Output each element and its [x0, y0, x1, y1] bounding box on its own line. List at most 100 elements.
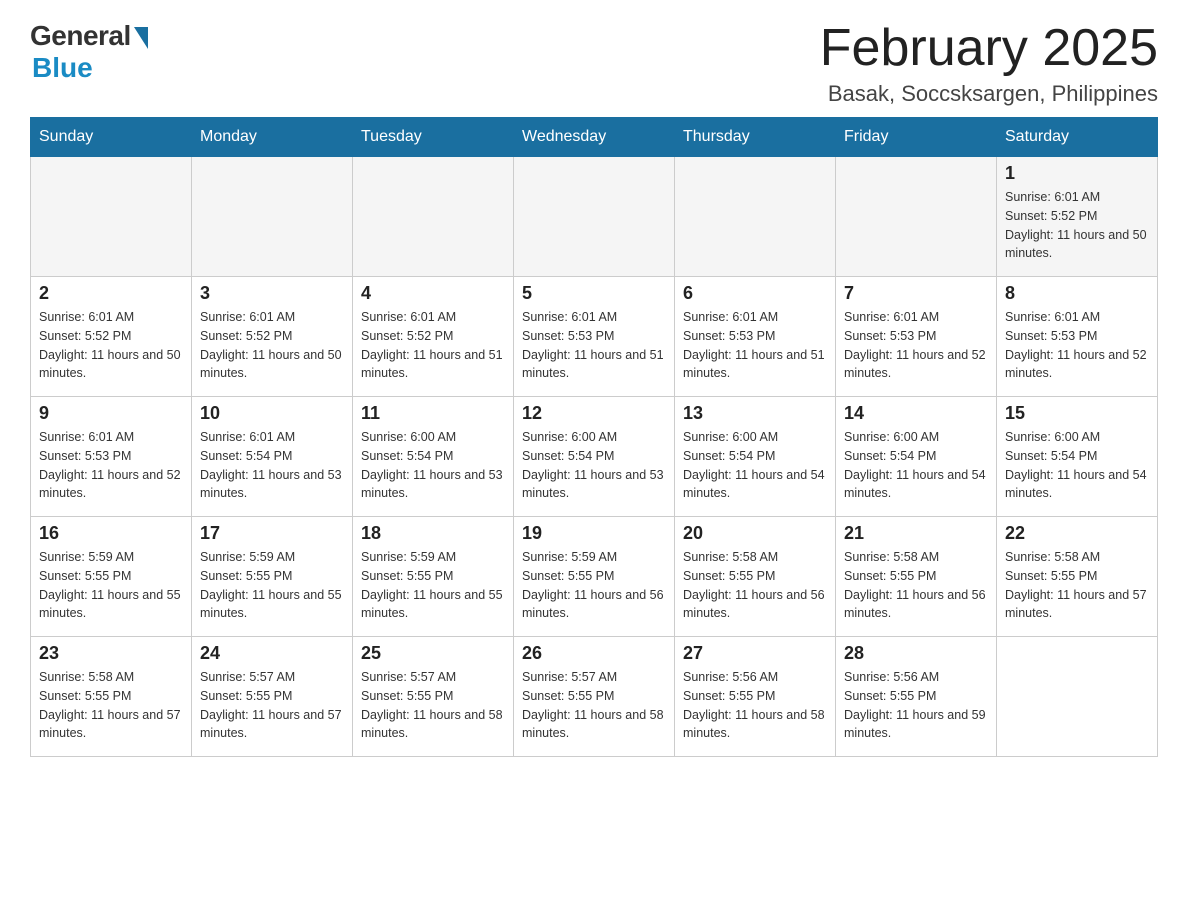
day-info: Sunrise: 5:59 AMSunset: 5:55 PMDaylight:… — [361, 550, 503, 620]
header-monday: Monday — [192, 118, 353, 157]
day-info: Sunrise: 6:01 AMSunset: 5:53 PMDaylight:… — [844, 310, 986, 380]
logo-blue-text: Blue — [32, 52, 93, 84]
day-number: 21 — [844, 523, 988, 544]
day-info: Sunrise: 6:00 AMSunset: 5:54 PMDaylight:… — [844, 430, 986, 500]
logo-general-text: General — [30, 20, 131, 52]
day-number: 7 — [844, 283, 988, 304]
day-number: 5 — [522, 283, 666, 304]
calendar-day-cell: 4 Sunrise: 6:01 AMSunset: 5:52 PMDayligh… — [353, 277, 514, 397]
calendar-day-cell: 8 Sunrise: 6:01 AMSunset: 5:53 PMDayligh… — [997, 277, 1158, 397]
day-number: 19 — [522, 523, 666, 544]
day-info: Sunrise: 5:57 AMSunset: 5:55 PMDaylight:… — [200, 670, 342, 740]
calendar-day-cell: 28 Sunrise: 5:56 AMSunset: 5:55 PMDaylig… — [836, 637, 997, 757]
calendar-day-cell: 12 Sunrise: 6:00 AMSunset: 5:54 PMDaylig… — [514, 397, 675, 517]
calendar-day-cell: 15 Sunrise: 6:00 AMSunset: 5:54 PMDaylig… — [997, 397, 1158, 517]
calendar-week-row: 23 Sunrise: 5:58 AMSunset: 5:55 PMDaylig… — [31, 637, 1158, 757]
day-number: 15 — [1005, 403, 1149, 424]
logo-arrow-icon — [134, 27, 148, 49]
day-info: Sunrise: 5:58 AMSunset: 5:55 PMDaylight:… — [39, 670, 181, 740]
day-info: Sunrise: 6:01 AMSunset: 5:53 PMDaylight:… — [1005, 310, 1147, 380]
day-number: 16 — [39, 523, 183, 544]
calendar-week-row: 1 Sunrise: 6:01 AMSunset: 5:52 PMDayligh… — [31, 157, 1158, 277]
logo: General Blue — [30, 20, 148, 84]
calendar-day-cell — [836, 157, 997, 277]
calendar-day-cell: 5 Sunrise: 6:01 AMSunset: 5:53 PMDayligh… — [514, 277, 675, 397]
header-sunday: Sunday — [31, 118, 192, 157]
calendar-table: Sunday Monday Tuesday Wednesday Thursday… — [30, 117, 1158, 757]
calendar-day-cell: 21 Sunrise: 5:58 AMSunset: 5:55 PMDaylig… — [836, 517, 997, 637]
day-info: Sunrise: 5:57 AMSunset: 5:55 PMDaylight:… — [522, 670, 664, 740]
day-number: 18 — [361, 523, 505, 544]
day-info: Sunrise: 6:00 AMSunset: 5:54 PMDaylight:… — [361, 430, 503, 500]
day-number: 20 — [683, 523, 827, 544]
day-info: Sunrise: 6:01 AMSunset: 5:52 PMDaylight:… — [1005, 190, 1147, 260]
month-title: February 2025 — [820, 20, 1158, 77]
calendar-day-cell: 22 Sunrise: 5:58 AMSunset: 5:55 PMDaylig… — [997, 517, 1158, 637]
day-number: 17 — [200, 523, 344, 544]
calendar-day-cell: 25 Sunrise: 5:57 AMSunset: 5:55 PMDaylig… — [353, 637, 514, 757]
day-number: 9 — [39, 403, 183, 424]
day-info: Sunrise: 6:01 AMSunset: 5:52 PMDaylight:… — [39, 310, 181, 380]
calendar-day-cell — [31, 157, 192, 277]
header-wednesday: Wednesday — [514, 118, 675, 157]
day-number: 27 — [683, 643, 827, 664]
header-tuesday: Tuesday — [353, 118, 514, 157]
calendar-week-row: 9 Sunrise: 6:01 AMSunset: 5:53 PMDayligh… — [31, 397, 1158, 517]
calendar-day-cell: 19 Sunrise: 5:59 AMSunset: 5:55 PMDaylig… — [514, 517, 675, 637]
calendar-day-cell: 20 Sunrise: 5:58 AMSunset: 5:55 PMDaylig… — [675, 517, 836, 637]
location-title: Basak, Soccsksargen, Philippines — [820, 81, 1158, 107]
day-number: 11 — [361, 403, 505, 424]
day-info: Sunrise: 5:59 AMSunset: 5:55 PMDaylight:… — [200, 550, 342, 620]
calendar-day-cell — [192, 157, 353, 277]
calendar-week-row: 2 Sunrise: 6:01 AMSunset: 5:52 PMDayligh… — [31, 277, 1158, 397]
day-number: 22 — [1005, 523, 1149, 544]
day-info: Sunrise: 6:00 AMSunset: 5:54 PMDaylight:… — [1005, 430, 1147, 500]
day-info: Sunrise: 6:01 AMSunset: 5:53 PMDaylight:… — [39, 430, 181, 500]
day-info: Sunrise: 5:58 AMSunset: 5:55 PMDaylight:… — [1005, 550, 1147, 620]
day-number: 24 — [200, 643, 344, 664]
header-saturday: Saturday — [997, 118, 1158, 157]
day-number: 26 — [522, 643, 666, 664]
day-number: 3 — [200, 283, 344, 304]
page-header: General Blue February 2025 Basak, Soccsk… — [30, 20, 1158, 107]
day-info: Sunrise: 6:00 AMSunset: 5:54 PMDaylight:… — [683, 430, 825, 500]
calendar-day-cell: 17 Sunrise: 5:59 AMSunset: 5:55 PMDaylig… — [192, 517, 353, 637]
calendar-day-cell: 9 Sunrise: 6:01 AMSunset: 5:53 PMDayligh… — [31, 397, 192, 517]
calendar-day-cell: 7 Sunrise: 6:01 AMSunset: 5:53 PMDayligh… — [836, 277, 997, 397]
calendar-day-cell: 11 Sunrise: 6:00 AMSunset: 5:54 PMDaylig… — [353, 397, 514, 517]
calendar-day-cell: 10 Sunrise: 6:01 AMSunset: 5:54 PMDaylig… — [192, 397, 353, 517]
day-info: Sunrise: 6:01 AMSunset: 5:53 PMDaylight:… — [683, 310, 825, 380]
day-info: Sunrise: 6:01 AMSunset: 5:52 PMDaylight:… — [361, 310, 503, 380]
day-number: 23 — [39, 643, 183, 664]
day-info: Sunrise: 5:58 AMSunset: 5:55 PMDaylight:… — [844, 550, 986, 620]
calendar-day-cell — [675, 157, 836, 277]
day-info: Sunrise: 5:56 AMSunset: 5:55 PMDaylight:… — [844, 670, 986, 740]
title-section: February 2025 Basak, Soccsksargen, Phili… — [820, 20, 1158, 107]
calendar-day-cell: 2 Sunrise: 6:01 AMSunset: 5:52 PMDayligh… — [31, 277, 192, 397]
calendar-day-cell: 23 Sunrise: 5:58 AMSunset: 5:55 PMDaylig… — [31, 637, 192, 757]
calendar-day-cell: 3 Sunrise: 6:01 AMSunset: 5:52 PMDayligh… — [192, 277, 353, 397]
calendar-day-cell: 13 Sunrise: 6:00 AMSunset: 5:54 PMDaylig… — [675, 397, 836, 517]
day-number: 1 — [1005, 163, 1149, 184]
calendar-week-row: 16 Sunrise: 5:59 AMSunset: 5:55 PMDaylig… — [31, 517, 1158, 637]
day-number: 2 — [39, 283, 183, 304]
header-friday: Friday — [836, 118, 997, 157]
day-number: 8 — [1005, 283, 1149, 304]
day-info: Sunrise: 6:01 AMSunset: 5:54 PMDaylight:… — [200, 430, 342, 500]
calendar-day-cell: 6 Sunrise: 6:01 AMSunset: 5:53 PMDayligh… — [675, 277, 836, 397]
day-info: Sunrise: 6:01 AMSunset: 5:53 PMDaylight:… — [522, 310, 664, 380]
calendar-body: 1 Sunrise: 6:01 AMSunset: 5:52 PMDayligh… — [31, 157, 1158, 757]
day-number: 12 — [522, 403, 666, 424]
calendar-day-cell: 14 Sunrise: 6:00 AMSunset: 5:54 PMDaylig… — [836, 397, 997, 517]
day-info: Sunrise: 6:01 AMSunset: 5:52 PMDaylight:… — [200, 310, 342, 380]
day-info: Sunrise: 5:57 AMSunset: 5:55 PMDaylight:… — [361, 670, 503, 740]
day-number: 14 — [844, 403, 988, 424]
day-info: Sunrise: 6:00 AMSunset: 5:54 PMDaylight:… — [522, 430, 664, 500]
calendar-day-cell — [353, 157, 514, 277]
calendar-day-cell: 27 Sunrise: 5:56 AMSunset: 5:55 PMDaylig… — [675, 637, 836, 757]
calendar-day-cell: 1 Sunrise: 6:01 AMSunset: 5:52 PMDayligh… — [997, 157, 1158, 277]
calendar-day-cell — [514, 157, 675, 277]
calendar-day-cell: 24 Sunrise: 5:57 AMSunset: 5:55 PMDaylig… — [192, 637, 353, 757]
calendar-header: Sunday Monday Tuesday Wednesday Thursday… — [31, 118, 1158, 157]
day-number: 10 — [200, 403, 344, 424]
